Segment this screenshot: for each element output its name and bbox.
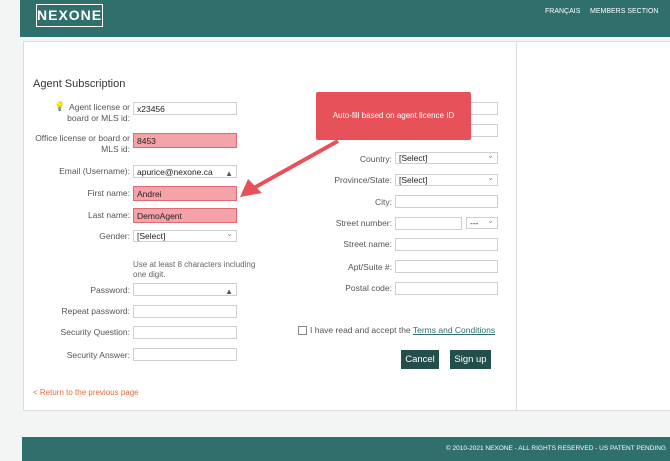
password-label: Password: [90,285,130,295]
footer-bar: © 2010-2021 NEXONE - ALL RIGHTS RESERVED… [22,437,670,461]
autofill-callout: Auto-fill based on agent licence ID [316,92,471,140]
street-name-label: Street name: [343,239,392,249]
terms-text: I have read and accept the Terms and Con… [310,325,495,335]
password-hint: Use at least 8 characters including one … [133,260,256,279]
agent-license-input[interactable]: x23456 [133,102,237,115]
repeat-password-input[interactable] [133,305,237,318]
terms-link[interactable]: Terms and Conditions [413,325,495,335]
nav-members-section[interactable]: MEMBERS SECTION [590,8,658,15]
top-bar [20,0,670,37]
cancel-button[interactable]: Cancel [401,350,439,369]
last-name-label: Last name: [87,210,130,220]
terms-checkbox[interactable] [298,326,307,335]
office-license-label: Office license or board or MLS id: [35,133,130,154]
agent-license-label: Agent license or board or MLS id: [67,102,130,123]
street-number-suffix-select[interactable]: --- [466,215,498,229]
email-label: Email (Username): [59,166,130,176]
nav-francais[interactable]: FRANÇAIS [545,8,580,15]
first-name-label: First name: [87,188,130,198]
autofill-icon: ▲ [225,287,233,296]
office-license-input[interactable]: 8453 [133,133,237,148]
terms-prefix: I have read and accept the [310,325,411,335]
sign-up-button[interactable]: Sign up [450,350,491,369]
province-select[interactable]: [Select] [395,172,498,186]
gender-select[interactable]: [Select] [133,228,237,242]
last-name-input[interactable]: DemoAgent [133,208,237,223]
street-name-input[interactable] [395,238,498,251]
apt-label: Apt/Suite #: [348,262,392,272]
page-title: Agent Subscription [33,78,126,90]
security-question-label: Security Question: [60,327,130,337]
postal-code-label: Postal code: [345,283,392,293]
repeat-password-label: Repeat password: [61,306,130,316]
email-input[interactable]: apurice@nexone.ca ▲ [133,165,237,178]
security-answer-label: Security Answer: [66,350,130,360]
street-number-label: Street number: [335,218,392,228]
password-input[interactable]: ▲ [133,283,237,296]
country-select[interactable]: [Select] [395,150,498,164]
return-link[interactable]: < Return to the previous page [33,388,139,397]
security-answer-input[interactable] [133,348,237,361]
gender-label: Gender: [99,231,130,241]
nexone-logo[interactable]: NEXONE [36,4,103,27]
city-input[interactable] [395,195,498,208]
apt-input[interactable] [395,260,498,273]
security-question-input[interactable] [133,326,237,339]
copyright-text: © 2010-2021 NEXONE - ALL RIGHTS RESERVED… [445,445,666,452]
email-value: apurice@nexone.ca [137,167,213,177]
first-name-input[interactable]: Andrei [133,186,237,201]
street-number-input[interactable] [395,217,462,230]
postal-code-input[interactable] [395,282,498,295]
side-panel [516,41,670,411]
callout-arrow-icon [240,139,339,197]
